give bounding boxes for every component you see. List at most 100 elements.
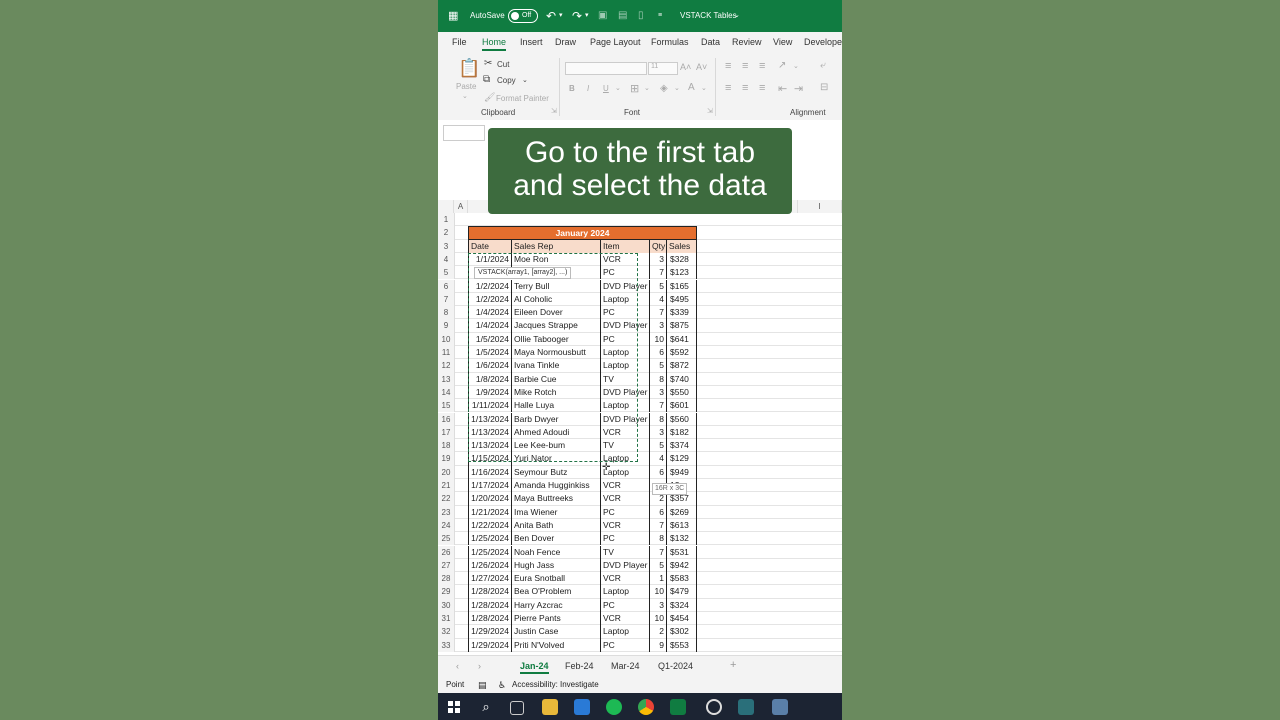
table-header-cell[interactable]: Date <box>468 239 512 253</box>
increase-font-icon[interactable]: A˄ <box>680 62 691 72</box>
scroll-tabs-left-icon[interactable]: ‹ <box>456 661 459 671</box>
file-explorer-icon[interactable] <box>542 699 558 715</box>
spotify-icon[interactable] <box>606 699 622 715</box>
table-cell[interactable]: Eura Snotball <box>512 572 601 586</box>
table-cell[interactable]: 6 <box>650 346 667 360</box>
table-cell[interactable]: $182 <box>667 425 697 440</box>
table-cell[interactable]: VCR <box>601 612 650 626</box>
table-cell[interactable]: 1/28/2024 <box>468 598 512 612</box>
table-cell[interactable]: $339 <box>667 306 697 320</box>
merge-center-icon[interactable]: ⊟ <box>820 82 828 93</box>
row-number[interactable]: 21 <box>438 479 455 493</box>
table-cell[interactable]: Justin Case <box>512 625 601 639</box>
table-cell[interactable]: 5 <box>650 279 667 293</box>
table-cell[interactable]: 7 <box>650 399 667 413</box>
table-cell[interactable]: Ivana Tinkle <box>512 359 601 373</box>
row-number[interactable]: 23 <box>438 505 455 519</box>
table-cell[interactable]: $531 <box>667 545 697 559</box>
row-number[interactable]: 14 <box>438 385 455 400</box>
table-cell[interactable]: $165 <box>667 279 697 293</box>
mail-icon[interactable] <box>574 699 590 715</box>
borders-icon[interactable]: ⊞ <box>630 82 639 95</box>
borders-dropdown-icon[interactable]: ⌄ <box>644 84 650 92</box>
row-number[interactable]: 6 <box>438 279 455 293</box>
table-cell[interactable]: Laptop <box>601 585 650 599</box>
decrease-font-icon[interactable]: A˅ <box>696 62 707 72</box>
table-cell[interactable]: Hugh Jass <box>512 558 601 573</box>
align-right-icon[interactable]: ≡ <box>759 82 765 94</box>
task-view-icon[interactable] <box>510 701 524 715</box>
table-cell[interactable]: 1/28/2024 <box>468 612 512 626</box>
row-number[interactable]: 18 <box>438 439 455 453</box>
table-cell[interactable]: 1/29/2024 <box>468 625 512 639</box>
touch-mode-icon[interactable]: ▤ <box>618 0 627 32</box>
tab-draw[interactable]: Draw <box>555 37 576 47</box>
table-cell[interactable]: $553 <box>667 638 697 652</box>
table-cell[interactable]: Harry Azcrac <box>512 598 601 612</box>
row-number[interactable]: 9 <box>438 319 455 333</box>
table-cell[interactable]: $583 <box>667 572 697 586</box>
sheet-tab-mar-24[interactable]: Mar-24 <box>611 661 640 671</box>
table-cell[interactable]: VCR <box>601 492 650 506</box>
search-icon[interactable]: ⌕ <box>478 699 494 715</box>
table-cell[interactable]: Laptop <box>601 399 650 413</box>
table-cell[interactable]: Yuri Nator <box>512 452 601 466</box>
align-middle-icon[interactable]: ≡ <box>742 60 748 72</box>
table-cell[interactable]: Barb Dwyer <box>512 412 601 426</box>
name-box[interactable] <box>443 125 485 141</box>
table-cell[interactable]: Mike Rotch <box>512 385 601 400</box>
font-color-icon[interactable]: A <box>688 82 695 93</box>
row-number[interactable]: 24 <box>438 518 455 533</box>
table-cell[interactable]: $324 <box>667 598 697 612</box>
accessibility-icon[interactable]: ♿ <box>498 677 506 693</box>
table-cell[interactable]: 10 <box>650 612 667 626</box>
table-cell[interactable]: 2 <box>650 625 667 639</box>
paste-icon[interactable]: 📋 <box>458 58 480 79</box>
table-cell[interactable]: $942 <box>667 558 697 573</box>
table-cell[interactable]: DVD Player <box>601 558 650 573</box>
clipboard-launcher-icon[interactable]: ⇲ <box>551 107 557 115</box>
bold-button[interactable]: B <box>569 84 575 93</box>
table-cell[interactable]: DVD Player <box>601 412 650 426</box>
table-cell[interactable]: 7 <box>650 545 667 559</box>
row-number[interactable]: 13 <box>438 372 455 386</box>
table-cell[interactable]: $641 <box>667 332 697 346</box>
sheet-tab-q1-2024[interactable]: Q1-2024 <box>658 661 693 671</box>
table-cell[interactable]: 3 <box>650 319 667 333</box>
table-cell[interactable]: 1/9/2024 <box>468 385 512 400</box>
table-cell[interactable]: Eileen Dover <box>512 306 601 320</box>
undo-icon[interactable]: ↶ <box>546 0 556 32</box>
redo-icon[interactable]: ↷ <box>572 0 582 32</box>
table-cell[interactable]: Ben Dover <box>512 532 601 546</box>
file-name-chevron-icon[interactable]: ⌄ <box>734 0 740 32</box>
table-cell[interactable]: $949 <box>667 465 697 479</box>
table-cell[interactable]: $374 <box>667 439 697 453</box>
format-painter-icon[interactable]: 🖌 <box>484 92 495 103</box>
table-cell[interactable]: $132 <box>667 532 697 546</box>
table-cell[interactable]: 1/13/2024 <box>468 412 512 426</box>
table-cell[interactable]: Maya Buttreeks <box>512 492 601 506</box>
underline-button[interactable]: U <box>603 84 609 93</box>
table-cell[interactable]: 9 <box>650 638 667 652</box>
row-number[interactable]: 25 <box>438 532 455 546</box>
table-cell[interactable]: VCR <box>601 252 650 267</box>
table-cell[interactable]: 8 <box>650 532 667 546</box>
table-cell[interactable]: $123 <box>667 266 697 280</box>
table-cell[interactable]: 3 <box>650 598 667 612</box>
table-cell[interactable]: Ima Wiener <box>512 505 601 519</box>
table-cell[interactable]: $613 <box>667 518 697 533</box>
add-sheet-button[interactable]: + <box>730 659 736 671</box>
windows-start-icon[interactable] <box>446 699 462 715</box>
excel-taskbar-icon[interactable] <box>670 699 686 715</box>
row-number[interactable]: 22 <box>438 492 455 506</box>
table-cell[interactable]: Anita Bath <box>512 518 601 533</box>
table-cell[interactable]: Lee Kee-bum <box>512 439 601 453</box>
row-number[interactable]: 4 <box>438 252 455 267</box>
increase-indent-icon[interactable]: ⇥ <box>794 82 803 95</box>
table-title-cell[interactable]: January 2024 <box>468 226 697 240</box>
table-cell[interactable]: $740 <box>667 372 697 386</box>
table-cell[interactable]: 1/2/2024 <box>468 279 512 293</box>
row-number[interactable]: 20 <box>438 465 455 479</box>
row-number[interactable]: 30 <box>438 598 455 612</box>
table-cell[interactable]: VCR <box>601 425 650 440</box>
